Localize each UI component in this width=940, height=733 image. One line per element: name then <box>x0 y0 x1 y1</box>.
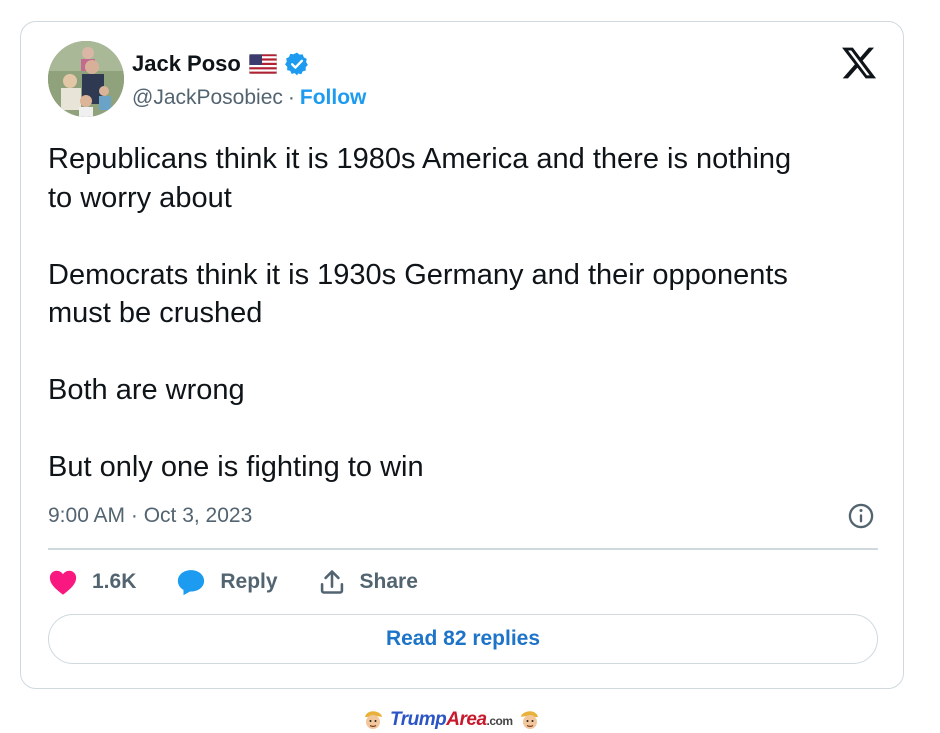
author-name-row: Jack Poso <box>132 49 310 79</box>
brand-logo-text: TrumpArea.com <box>390 709 513 731</box>
brand-primary: Trump <box>390 709 447 730</box>
avatar-image <box>48 41 124 117</box>
read-replies-button[interactable]: Read 82 replies <box>48 614 878 664</box>
verified-badge-icon <box>284 52 308 76</box>
tweet-actions: 1.6K Reply Share <box>48 564 458 600</box>
brand-suffix: .com <box>486 714 514 728</box>
like-count: 1.6K <box>92 570 137 593</box>
cartoon-face-icon <box>520 711 538 729</box>
tweet-text: Republicans think it is 1980s America an… <box>48 143 792 483</box>
author-handle[interactable]: @JackPosobiec <box>132 86 283 110</box>
divider <box>48 548 878 550</box>
share-button[interactable]: Share <box>318 568 418 596</box>
tweet-timestamp[interactable]: 9:00 AM · Oct 3, 2023 <box>48 502 252 530</box>
share-label: Share <box>359 570 418 593</box>
site-watermark: TrumpArea.com <box>362 707 541 733</box>
brand-secondary: Area <box>446 709 487 730</box>
info-icon[interactable] <box>847 502 875 530</box>
avatar[interactable] <box>48 41 124 117</box>
tweet-card: Jack Poso @JackPosobiec · Follow Republi… <box>20 21 904 689</box>
like-button[interactable]: 1.6K <box>48 568 136 596</box>
follow-button[interactable]: Follow <box>300 86 367 110</box>
cartoon-face-icon <box>365 711 382 729</box>
heart-icon <box>49 570 77 595</box>
reply-label: Reply <box>220 570 278 593</box>
speech-bubble-icon <box>178 570 205 596</box>
reply-button[interactable]: Reply <box>176 568 278 596</box>
handle-separator: · <box>287 86 295 109</box>
author-display-name[interactable]: Jack Poso <box>132 51 241 77</box>
x-logo-icon[interactable] <box>840 44 878 82</box>
author-handle-row: @JackPosobiec · Follow <box>132 84 366 112</box>
share-icon <box>320 570 343 594</box>
read-replies-label: Read 82 replies <box>385 627 541 650</box>
us-flag-icon <box>248 54 277 74</box>
